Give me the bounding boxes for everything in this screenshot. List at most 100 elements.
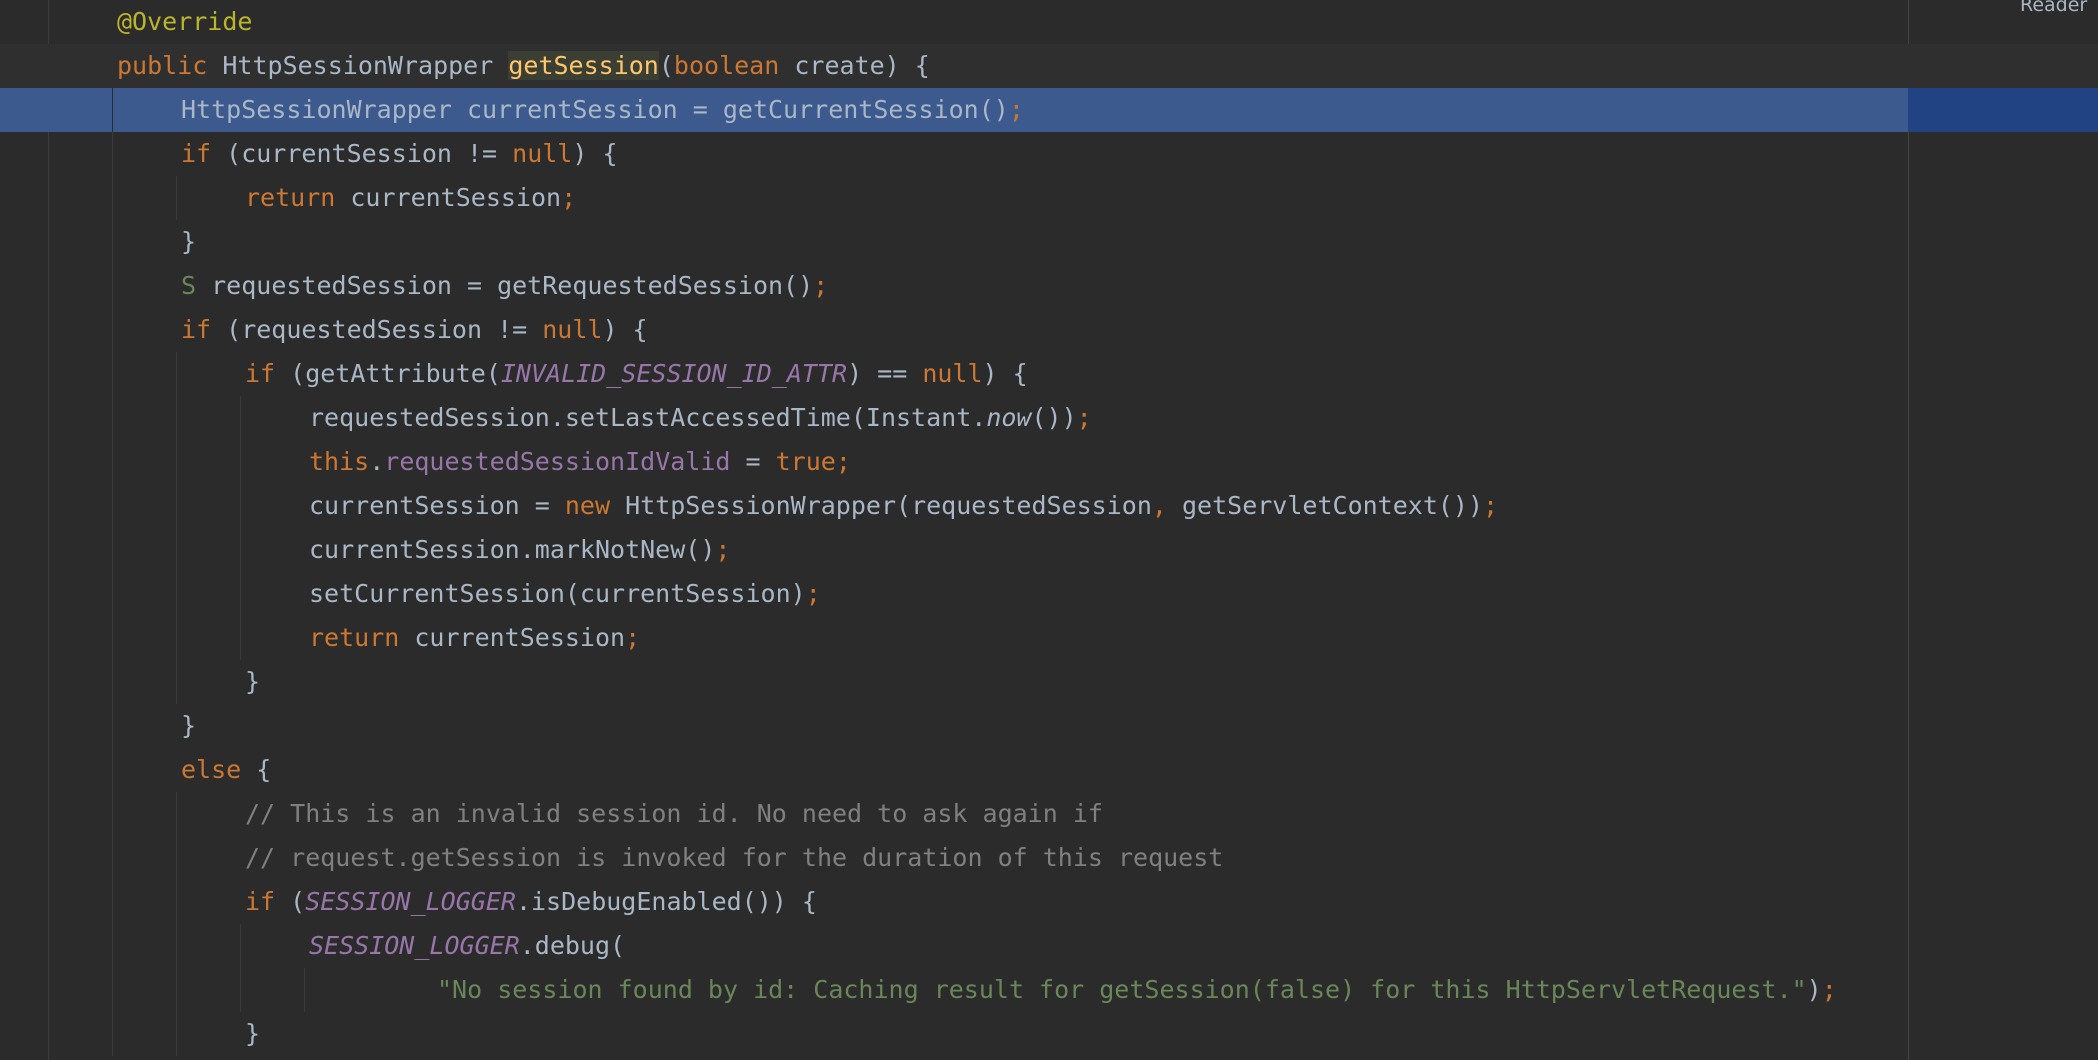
code-line-text: requestedSession.setLastAccessedTime(Ins… <box>309 396 1092 440</box>
code-token: ; <box>835 447 851 476</box>
code-line-text: if (getAttribute(INVALID_SESSION_ID_ATTR… <box>245 352 1028 396</box>
code-line[interactable]: SESSION_LOGGER.debug( <box>0 924 2098 968</box>
code-token: } <box>181 711 197 740</box>
code-token: null <box>512 139 573 168</box>
code-line[interactable]: // request.getSession is invoked for the… <box>0 836 2098 880</box>
indent-guide <box>112 440 113 484</box>
code-token: ; <box>715 535 731 564</box>
code-line[interactable]: // This is an invalid session id. No nee… <box>0 792 2098 836</box>
code-token: currentSession <box>350 183 562 212</box>
code-line[interactable]: currentSession = new HttpSessionWrapper(… <box>0 484 2098 528</box>
code-line-text: HttpSessionWrapper currentSession = getC… <box>181 88 1024 132</box>
code-token: currentSession <box>414 623 626 652</box>
indent-guide <box>176 1012 177 1056</box>
code-line[interactable]: public HttpSessionWrapper getSession(boo… <box>0 44 2098 88</box>
code-token: ; <box>1821 975 1837 1004</box>
code-line[interactable]: if (getAttribute(INVALID_SESSION_ID_ATTR… <box>0 352 2098 396</box>
indent-guide <box>176 968 177 1012</box>
code-line[interactable]: return currentSession; <box>0 616 2098 660</box>
code-line-text: "No session found by id: Caching result … <box>437 968 1837 1012</box>
code-token: ; <box>1008 95 1024 124</box>
code-line-text: return currentSession; <box>245 176 576 220</box>
indent-guide <box>112 968 113 1012</box>
indent-guide <box>176 572 177 616</box>
code-token: ; <box>805 579 821 608</box>
indent-guide <box>176 396 177 440</box>
code-token: ( <box>290 887 306 916</box>
indent-guide <box>112 1012 113 1056</box>
code-token: HttpSessionWrapper <box>222 51 509 80</box>
indent-guide <box>112 880 113 924</box>
code-line[interactable]: currentSession.markNotNew(); <box>0 528 2098 572</box>
code-line[interactable]: } <box>0 220 2098 264</box>
indent-guide <box>112 704 113 748</box>
code-token: if <box>181 315 227 344</box>
code-line-text: // request.getSession is invoked for the… <box>245 836 1223 880</box>
indent-guide <box>112 924 113 968</box>
code-line[interactable]: } <box>0 660 2098 704</box>
code-token: requestedSession.setLastAccessedTime(Ins… <box>309 403 987 432</box>
code-token: ; <box>1483 491 1499 520</box>
code-line-text: } <box>181 704 196 748</box>
code-token: return <box>245 183 351 212</box>
code-line-text: this.requestedSessionIdValid = true; <box>309 440 851 484</box>
indent-guide <box>112 88 113 132</box>
code-line[interactable]: this.requestedSessionIdValid = true; <box>0 440 2098 484</box>
code-line[interactable]: if (currentSession != null) { <box>0 132 2098 176</box>
code-line[interactable]: else { <box>0 748 2098 792</box>
code-token: HttpSessionWrapper currentSession = getC… <box>181 95 1009 124</box>
indent-guide <box>112 792 113 836</box>
code-token: (getAttribute( <box>290 359 501 388</box>
code-line[interactable]: setCurrentSession(currentSession); <box>0 572 2098 616</box>
code-line-text: S requestedSession = getRequestedSession… <box>181 264 828 308</box>
code-line[interactable]: "No session found by id: Caching result … <box>0 968 2098 1012</box>
code-token: { <box>256 755 272 784</box>
code-line[interactable]: if (SESSION_LOGGER.isDebugEnabled()) { <box>0 880 2098 924</box>
indent-guide <box>176 924 177 968</box>
code-token: null <box>542 315 603 344</box>
code-token: public <box>117 51 223 80</box>
code-line-text: setCurrentSession(currentSession); <box>309 572 821 616</box>
code-line-text: } <box>181 220 196 264</box>
code-editor[interactable]: @Override public HttpSessionWrapper getS… <box>0 0 2098 1056</box>
indent-guide <box>240 616 241 660</box>
indent-guide <box>240 396 241 440</box>
code-line-current[interactable]: HttpSessionWrapper currentSession = getC… <box>0 88 2098 132</box>
code-line-text: if (SESSION_LOGGER.isDebugEnabled()) { <box>245 880 817 924</box>
indent-guide <box>176 176 177 220</box>
code-token: getSession <box>508 51 659 80</box>
code-token: } <box>245 667 261 696</box>
code-token: getServletContext()) <box>1182 491 1484 520</box>
indent-guide <box>176 836 177 880</box>
code-line-text: return currentSession; <box>309 616 640 660</box>
code-line-text: @Override <box>117 0 252 44</box>
indent-guide <box>176 660 177 704</box>
code-token: // This is an invalid session id. No nee… <box>245 799 1103 828</box>
code-token: } <box>181 227 197 256</box>
code-token: return <box>309 623 415 652</box>
code-token: create) { <box>794 51 930 80</box>
code-token: if <box>181 139 227 168</box>
code-line[interactable]: return currentSession; <box>0 176 2098 220</box>
indent-guide <box>112 528 113 572</box>
code-line-text: currentSession.markNotNew(); <box>309 528 730 572</box>
code-line[interactable]: } <box>0 1012 2098 1056</box>
code-line[interactable]: S requestedSession = getRequestedSession… <box>0 264 2098 308</box>
indent-guide <box>240 440 241 484</box>
indent-guide <box>176 528 177 572</box>
code-line[interactable]: } <box>0 704 2098 748</box>
code-token: this <box>309 447 370 476</box>
code-token: requestedSession = getRequestedSession() <box>211 271 814 300</box>
code-token: // request.getSession is invoked for the… <box>245 843 1224 872</box>
code-token: currentSession = <box>309 491 565 520</box>
code-line[interactable]: requestedSession.setLastAccessedTime(Ins… <box>0 396 2098 440</box>
indent-guide <box>240 968 241 1012</box>
indent-guide <box>112 264 113 308</box>
code-line[interactable]: if (requestedSession != null) { <box>0 308 2098 352</box>
indent-guide <box>112 352 113 396</box>
code-token: ) == <box>847 359 923 388</box>
code-token: INVALID_SESSION_ID_ATTR <box>500 359 848 388</box>
code-token: null <box>922 359 983 388</box>
code-token: now <box>986 403 1032 432</box>
code-line[interactable]: @Override <box>0 0 2098 44</box>
